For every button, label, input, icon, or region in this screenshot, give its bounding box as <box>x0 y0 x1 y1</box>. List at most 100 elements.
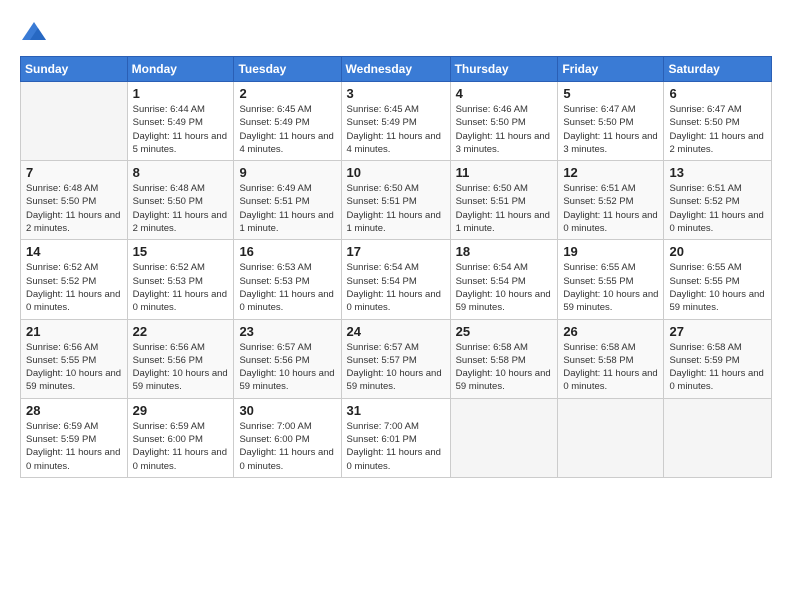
day-cell: 13Sunrise: 6:51 AMSunset: 5:52 PMDayligh… <box>664 161 772 240</box>
day-number: 2 <box>239 86 335 101</box>
day-cell: 10Sunrise: 6:50 AMSunset: 5:51 PMDayligh… <box>341 161 450 240</box>
day-cell: 21 Sunrise: 6:56 AMSunset: 5:55 PMDayligh… <box>21 319 128 398</box>
day-cell: 24Sunrise: 6:57 AMSunset: 5:57 PMDayligh… <box>341 319 450 398</box>
day-info: Sunrise: 6:47 AMSunset: 5:50 PMDaylight:… <box>669 103 766 156</box>
weekday-row: SundayMondayTuesdayWednesdayThursdayFrid… <box>21 57 772 82</box>
day-number: 1 <box>133 86 229 101</box>
day-cell: 2Sunrise: 6:45 AMSunset: 5:49 PMDaylight… <box>234 82 341 161</box>
calendar-header: SundayMondayTuesdayWednesdayThursdayFrid… <box>21 57 772 82</box>
day-info: Sunrise: 6:45 AMSunset: 5:49 PMDaylight:… <box>347 103 445 156</box>
day-number: 21 <box>26 324 122 339</box>
day-number: 7 <box>26 165 122 180</box>
week-row-1: 7 Sunrise: 6:48 AMSunset: 5:50 PMDaylight… <box>21 161 772 240</box>
day-cell: 16 Sunrise: 6:53 AMSunset: 5:53 PMDayligh… <box>234 240 341 319</box>
day-cell: 12Sunrise: 6:51 AMSunset: 5:52 PMDayligh… <box>558 161 664 240</box>
day-number: 12 <box>563 165 658 180</box>
day-number: 22 <box>133 324 229 339</box>
day-cell: 7 Sunrise: 6:48 AMSunset: 5:50 PMDaylight… <box>21 161 128 240</box>
day-info: Sunrise: 6:47 AMSunset: 5:50 PMDaylight:… <box>563 103 658 156</box>
day-cell: 1 Sunrise: 6:44 AMSunset: 5:49 PMDaylight… <box>127 82 234 161</box>
day-cell: 8 Sunrise: 6:48 AMSunset: 5:50 PMDaylight… <box>127 161 234 240</box>
day-info: Sunrise: 6:57 AMSunset: 5:56 PMDaylight:… <box>239 341 335 394</box>
day-number: 31 <box>347 403 445 418</box>
day-number: 11 <box>456 165 553 180</box>
day-cell: 14 Sunrise: 6:52 AMSunset: 5:52 PMDayligh… <box>21 240 128 319</box>
day-info: Sunrise: 6:46 AMSunset: 5:50 PMDaylight:… <box>456 103 553 156</box>
day-info: Sunrise: 6:50 AMSunset: 5:51 PMDaylight:… <box>456 182 553 235</box>
day-cell: 31 Sunrise: 7:00 AMSunset: 6:01 PMDayligh… <box>341 398 450 477</box>
day-cell <box>21 82 128 161</box>
day-number: 27 <box>669 324 766 339</box>
day-cell: 26 Sunrise: 6:58 AMSunset: 5:58 PMDayligh… <box>558 319 664 398</box>
day-info: Sunrise: 6:55 AMSunset: 5:55 PMDaylight:… <box>563 261 658 314</box>
day-cell: 23 Sunrise: 6:57 AMSunset: 5:56 PMDayligh… <box>234 319 341 398</box>
day-info: Sunrise: 6:48 AMSunset: 5:50 PMDaylight:… <box>133 182 229 235</box>
day-info: Sunrise: 6:49 AMSunset: 5:51 PMDaylight:… <box>239 182 335 235</box>
day-number: 5 <box>563 86 658 101</box>
day-number: 17 <box>347 244 445 259</box>
day-info: Sunrise: 6:52 AMSunset: 5:52 PMDaylight:… <box>26 261 122 314</box>
day-info: Sunrise: 6:57 AMSunset: 5:57 PMDaylight:… <box>347 341 445 394</box>
day-cell: 25Sunrise: 6:58 AMSunset: 5:58 PMDayligh… <box>450 319 558 398</box>
day-info: Sunrise: 6:52 AMSunset: 5:53 PMDaylight:… <box>133 261 229 314</box>
day-number: 6 <box>669 86 766 101</box>
day-number: 14 <box>26 244 122 259</box>
day-info: Sunrise: 6:56 AMSunset: 5:55 PMDaylight:… <box>26 341 122 394</box>
weekday-header-wednesday: Wednesday <box>341 57 450 82</box>
day-number: 3 <box>347 86 445 101</box>
week-row-2: 14 Sunrise: 6:52 AMSunset: 5:52 PMDayligh… <box>21 240 772 319</box>
logo <box>20 18 52 46</box>
calendar-body: 1 Sunrise: 6:44 AMSunset: 5:49 PMDaylight… <box>21 82 772 478</box>
day-cell: 6 Sunrise: 6:47 AMSunset: 5:50 PMDaylight… <box>664 82 772 161</box>
day-number: 23 <box>239 324 335 339</box>
weekday-header-thursday: Thursday <box>450 57 558 82</box>
page: SundayMondayTuesdayWednesdayThursdayFrid… <box>0 0 792 612</box>
day-info: Sunrise: 6:54 AMSunset: 5:54 PMDaylight:… <box>456 261 553 314</box>
day-number: 8 <box>133 165 229 180</box>
day-info: Sunrise: 6:44 AMSunset: 5:49 PMDaylight:… <box>133 103 229 156</box>
day-info: Sunrise: 7:00 AMSunset: 6:01 PMDaylight:… <box>347 420 445 473</box>
day-number: 13 <box>669 165 766 180</box>
week-row-4: 28Sunrise: 6:59 AMSunset: 5:59 PMDayligh… <box>21 398 772 477</box>
weekday-header-saturday: Saturday <box>664 57 772 82</box>
day-cell: 17Sunrise: 6:54 AMSunset: 5:54 PMDayligh… <box>341 240 450 319</box>
weekday-header-monday: Monday <box>127 57 234 82</box>
day-info: Sunrise: 6:48 AMSunset: 5:50 PMDaylight:… <box>26 182 122 235</box>
day-info: Sunrise: 6:59 AMSunset: 5:59 PMDaylight:… <box>26 420 122 473</box>
day-cell: 9 Sunrise: 6:49 AMSunset: 5:51 PMDaylight… <box>234 161 341 240</box>
day-cell: 15 Sunrise: 6:52 AMSunset: 5:53 PMDayligh… <box>127 240 234 319</box>
day-cell: 5 Sunrise: 6:47 AMSunset: 5:50 PMDaylight… <box>558 82 664 161</box>
day-info: Sunrise: 6:58 AMSunset: 5:58 PMDaylight:… <box>456 341 553 394</box>
day-cell: 4Sunrise: 6:46 AMSunset: 5:50 PMDaylight… <box>450 82 558 161</box>
day-info: Sunrise: 7:00 AMSunset: 6:00 PMDaylight:… <box>239 420 335 473</box>
calendar-table: SundayMondayTuesdayWednesdayThursdayFrid… <box>20 56 772 478</box>
weekday-header-tuesday: Tuesday <box>234 57 341 82</box>
day-number: 15 <box>133 244 229 259</box>
day-number: 26 <box>563 324 658 339</box>
day-info: Sunrise: 6:55 AMSunset: 5:55 PMDaylight:… <box>669 261 766 314</box>
day-info: Sunrise: 6:53 AMSunset: 5:53 PMDaylight:… <box>239 261 335 314</box>
day-cell: 18 Sunrise: 6:54 AMSunset: 5:54 PMDayligh… <box>450 240 558 319</box>
day-number: 19 <box>563 244 658 259</box>
weekday-header-sunday: Sunday <box>21 57 128 82</box>
day-cell: 3 Sunrise: 6:45 AMSunset: 5:49 PMDaylight… <box>341 82 450 161</box>
day-cell: 19 Sunrise: 6:55 AMSunset: 5:55 PMDayligh… <box>558 240 664 319</box>
week-row-3: 21 Sunrise: 6:56 AMSunset: 5:55 PMDayligh… <box>21 319 772 398</box>
day-cell <box>450 398 558 477</box>
day-info: Sunrise: 6:58 AMSunset: 5:58 PMDaylight:… <box>563 341 658 394</box>
day-cell: 27 Sunrise: 6:58 AMSunset: 5:59 PMDayligh… <box>664 319 772 398</box>
day-number: 18 <box>456 244 553 259</box>
weekday-header-friday: Friday <box>558 57 664 82</box>
day-info: Sunrise: 6:58 AMSunset: 5:59 PMDaylight:… <box>669 341 766 394</box>
logo-icon <box>20 18 48 46</box>
day-number: 30 <box>239 403 335 418</box>
week-row-0: 1 Sunrise: 6:44 AMSunset: 5:49 PMDaylight… <box>21 82 772 161</box>
day-number: 9 <box>239 165 335 180</box>
day-number: 20 <box>669 244 766 259</box>
day-cell: 30 Sunrise: 7:00 AMSunset: 6:00 PMDayligh… <box>234 398 341 477</box>
day-info: Sunrise: 6:59 AMSunset: 6:00 PMDaylight:… <box>133 420 229 473</box>
day-number: 16 <box>239 244 335 259</box>
day-cell: 11 Sunrise: 6:50 AMSunset: 5:51 PMDayligh… <box>450 161 558 240</box>
day-cell: 22Sunrise: 6:56 AMSunset: 5:56 PMDayligh… <box>127 319 234 398</box>
day-cell <box>558 398 664 477</box>
